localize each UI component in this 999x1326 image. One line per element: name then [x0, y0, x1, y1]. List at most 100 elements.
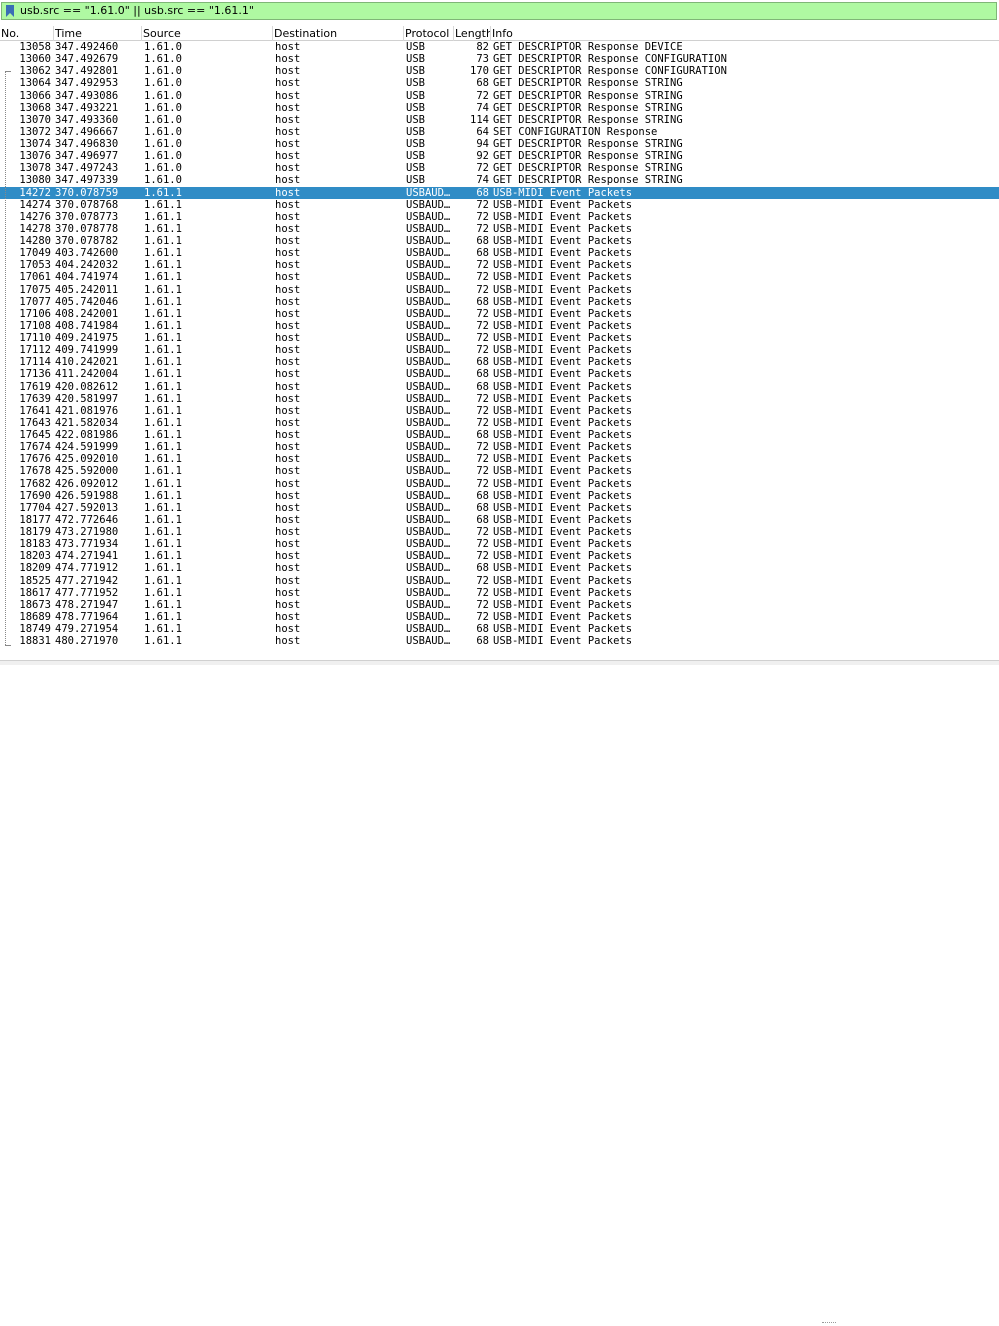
packet-row[interactable]: 17136 411.242004 1.61.1 host USBAUD… 68 USB-MI… — [0, 368, 999, 380]
packet-row[interactable]: 17053 404.242032 1.61.1 host USBAUD… 72 USB-MI… — [0, 259, 999, 271]
packet-source: 1.61.1 — [144, 380, 182, 393]
packet-row[interactable]: 13078 347.497243 1.61.0 host USB 72 GET DESCRI… — [0, 162, 999, 174]
packet-protocol: USB — [406, 138, 425, 150]
packet-protocol: USBAUD… — [406, 283, 451, 296]
packet-row[interactable]: 18183 473.771934 1.61.1 host USBAUD… 72 USB-MI… — [0, 538, 999, 550]
packet-row[interactable]: 18617 477.771952 1.61.1 host USBAUD… 72 USB-MI… — [0, 587, 999, 599]
packet-row[interactable]: 17704 427.592013 1.61.1 host USBAUD… 68 USB-MI… — [0, 502, 999, 514]
packet-length: 74 — [476, 101, 489, 114]
packet-row[interactable]: 14276 370.078773 1.61.1 host USBAUD… 72 USB-MI… — [0, 211, 999, 223]
bookmark-icon[interactable] — [5, 5, 15, 17]
packet-source: 1.61.1 — [144, 441, 182, 454]
packet-row[interactable]: 17108 408.741984 1.61.1 host USBAUD… 72 USB-MI… — [0, 320, 999, 332]
packet-row[interactable]: 14280 370.078782 1.61.1 host USBAUD… 68 USB-MI… — [0, 235, 999, 247]
packet-protocol: USBAUD… — [406, 441, 451, 454]
packet-row[interactable]: 17075 405.242011 1.61.1 host USBAUD… 72 USB-MI… — [0, 284, 999, 296]
packet-source: 1.61.1 — [144, 247, 182, 260]
column-header-info[interactable]: Info — [491, 26, 999, 41]
column-header-destination[interactable]: Destination — [273, 26, 404, 41]
packet-row[interactable]: 18179 473.271980 1.61.1 host USBAUD… 72 USB-MI… — [0, 526, 999, 538]
splitter-grip-icon[interactable] — [822, 1322, 836, 1326]
packet-row[interactable]: 14272 370.078759 1.61.1 host USBAUD… 68 USB-MI… — [0, 186, 999, 199]
packet-row[interactable]: 13080 347.497339 1.61.0 host USB 74 GET DESCRI… — [0, 174, 999, 186]
column-header-protocol[interactable]: Protocol — [404, 26, 454, 41]
packet-row[interactable]: 17061 404.741974 1.61.1 host USBAUD… 72 USB-MI… — [0, 271, 999, 283]
packet-destination: host — [275, 538, 301, 551]
packet-time: 479.271954 — [55, 623, 119, 635]
packet-list: 13058 347.492460 1.61.0 host USB 82 GET DESCRI… — [0, 41, 999, 647]
column-header-source[interactable]: Source — [142, 26, 273, 41]
packet-row[interactable]: 17619 420.082612 1.61.1 host USBAUD… 68 USB-MI… — [0, 381, 999, 393]
column-header-no[interactable]: No. — [0, 26, 54, 41]
packet-row[interactable]: 13076 347.496977 1.61.0 host USB 92 GET DESCRI… — [0, 150, 999, 162]
packet-time: 347.493086 — [55, 89, 119, 102]
packet-row[interactable]: 13060 347.492679 1.61.0 host USB 73 GET DESCRI… — [0, 53, 999, 65]
packet-row[interactable]: 17112 409.741999 1.61.1 host USBAUD… 72 USB-MI… — [0, 344, 999, 356]
packet-row[interactable]: 13070 347.493360 1.61.0 host USB 114 GET DESCR… — [0, 114, 999, 126]
packet-row[interactable]: 13068 347.493221 1.61.0 host USB 74 GET DESCRI… — [0, 102, 999, 114]
packet-protocol: USBAUD… — [406, 538, 451, 551]
packet-row[interactable]: 13058 347.492460 1.61.0 host USB 82 GET DESCRI… — [0, 41, 999, 53]
packet-protocol: USB — [406, 101, 425, 114]
packet-info: USB-MIDI Event Packets — [493, 247, 633, 260]
column-header-time[interactable]: Time — [54, 26, 142, 41]
packet-row[interactable]: 17077 405.742046 1.61.1 host USBAUD… 68 USB-MI… — [0, 296, 999, 308]
packet-info: USB-MIDI Event Packets — [493, 380, 633, 393]
display-filter-input[interactable]: usb.src == "1.61.0" || usb.src == "1.61.… — [1, 2, 997, 20]
packet-row[interactable]: 17676 425.092010 1.61.1 host USBAUD… 72 USB-MI… — [0, 453, 999, 465]
packet-info: USB-MIDI Event Packets — [493, 210, 633, 223]
packet-row[interactable]: 17682 426.092012 1.61.1 host USBAUD… 72 USB-MI… — [0, 478, 999, 490]
packet-row[interactable]: 17645 422.081986 1.61.1 host USBAUD… 68 USB-MI… — [0, 429, 999, 441]
column-header-length[interactable]: Length — [454, 26, 491, 41]
packet-protocol: USBAUD… — [406, 198, 451, 211]
packet-row[interactable]: 18749 479.271954 1.61.1 host USBAUD… 68 USB-MI… — [0, 623, 999, 635]
packet-length: 68 — [476, 77, 489, 90]
packet-row[interactable]: 18831 480.271970 1.61.1 host USBAUD… 68 USB-MI… — [0, 635, 999, 647]
packet-row[interactable]: 13074 347.496830 1.61.0 host USB 94 GET DESCRI… — [0, 138, 999, 150]
packet-row[interactable]: 14274 370.078768 1.61.1 host USBAUD… 72 USB-MI… — [0, 199, 999, 211]
packet-protocol: USBAUD… — [406, 453, 451, 466]
packet-row[interactable]: 13072 347.496667 1.61.0 host USB 64 SET CONFIG… — [0, 126, 999, 138]
packet-row[interactable]: 18525 477.271942 1.61.1 host USBAUD… 72 USB-MI… — [0, 575, 999, 587]
packet-row[interactable]: 13064 347.492953 1.61.0 host USB 68 GET DESCRI… — [0, 77, 999, 89]
packet-source: 1.61.1 — [144, 210, 182, 223]
packet-row[interactable]: 18177 472.772646 1.61.1 host USBAUD… 68 USB-MI… — [0, 514, 999, 526]
packet-row[interactable]: 17690 426.591988 1.61.1 host USBAUD… 68 USB-MI… — [0, 490, 999, 502]
packet-row[interactable]: 18689 478.771964 1.61.1 host USBAUD… 72 USB-MI… — [0, 611, 999, 623]
packet-info: USB-MIDI Event Packets — [493, 550, 633, 563]
packet-length: 72 — [476, 222, 489, 235]
packet-destination: host — [275, 307, 301, 320]
packet-destination: host — [275, 259, 301, 272]
packet-row[interactable]: 18203 474.271941 1.61.1 host USBAUD… 72 USB-MI… — [0, 550, 999, 562]
packet-row[interactable]: 13062 347.492801 1.61.0 host USB 170 GET DESCR… — [0, 65, 999, 77]
packet-length: 72 — [476, 271, 489, 284]
packet-protocol: USBAUD… — [406, 210, 451, 223]
packet-source: 1.61.1 — [144, 356, 182, 369]
packet-source: 1.61.0 — [144, 41, 182, 53]
packet-row[interactable]: 18673 478.271947 1.61.1 host USBAUD… 72 USB-MI… — [0, 599, 999, 611]
packet-row[interactable]: 14278 370.078778 1.61.1 host USBAUD… 72 USB-MI… — [0, 223, 999, 235]
packet-row[interactable]: 13066 347.493086 1.61.0 host USB 72 GET DESCRI… — [0, 90, 999, 102]
packet-row[interactable]: 17678 425.592000 1.61.1 host USBAUD… 72 USB-MI… — [0, 465, 999, 477]
packet-time: 409.241975 — [55, 332, 119, 344]
packet-time: 477.771952 — [55, 586, 119, 599]
packet-source: 1.61.0 — [144, 162, 182, 175]
pane-splitter[interactable] — [0, 660, 999, 1323]
packet-source: 1.61.1 — [144, 404, 182, 417]
packet-protocol: USBAUD… — [406, 392, 451, 405]
packet-row[interactable]: 17049 403.742600 1.61.1 host USBAUD… 68 USB-MI… — [0, 247, 999, 259]
packet-row[interactable]: 17110 409.241975 1.61.1 host USBAUD… 72 USB-MI… — [0, 332, 999, 344]
packet-row[interactable]: 17643 421.582034 1.61.1 host USBAUD… 72 USB-MI… — [0, 417, 999, 429]
packet-info: GET DESCRIPTOR Response STRING — [493, 89, 683, 102]
packet-row[interactable]: 17641 421.081976 1.61.1 host USBAUD… 72 USB-MI… — [0, 405, 999, 417]
packet-time: 347.497243 — [55, 162, 119, 175]
packet-row[interactable]: 18209 474.771912 1.61.1 host USBAUD… 68 USB-MI… — [0, 562, 999, 574]
packet-row[interactable]: 17639 420.581997 1.61.1 host USBAUD… 72 USB-MI… — [0, 393, 999, 405]
packet-length: 68 — [476, 635, 489, 648]
packet-row[interactable]: 17106 408.242001 1.61.1 host USBAUD… 72 USB-MI… — [0, 308, 999, 320]
packet-row[interactable]: 17114 410.242021 1.61.1 host USBAUD… 68 USB-MI… — [0, 356, 999, 368]
packet-protocol: USBAUD… — [406, 368, 451, 381]
packet-protocol: USB — [406, 113, 425, 126]
packet-protocol: USB — [406, 174, 425, 187]
packet-row[interactable]: 17674 424.591999 1.61.1 host USBAUD… 72 USB-MI… — [0, 441, 999, 453]
